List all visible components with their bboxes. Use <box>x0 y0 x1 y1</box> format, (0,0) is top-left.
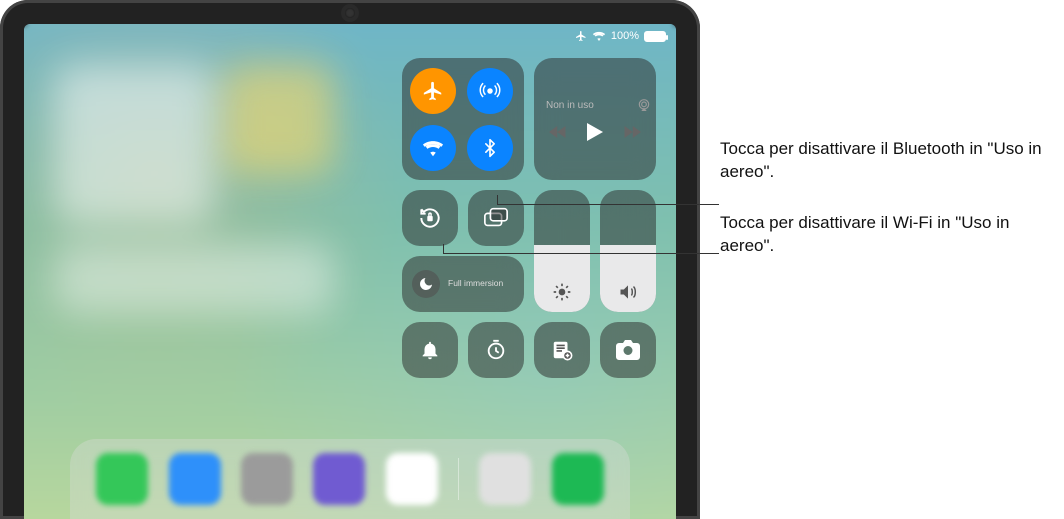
volume-icon <box>618 282 638 302</box>
front-camera <box>345 8 355 18</box>
callouts: Tocca per disattivare il Bluetooth in "U… <box>720 138 1050 286</box>
app-icon[interactable] <box>479 453 531 505</box>
status-bar: 100% <box>575 30 666 42</box>
focus-label: Full immersion <box>448 279 503 288</box>
wifi-button[interactable] <box>410 125 456 171</box>
camera-icon <box>616 340 640 360</box>
quick-note-icon <box>551 339 573 361</box>
do-not-disturb-icon <box>412 270 440 298</box>
media-controls <box>549 123 641 141</box>
play-icon[interactable] <box>587 123 603 141</box>
media-status-row: Non in uso <box>546 97 652 113</box>
connectivity-module[interactable] <box>402 58 524 180</box>
timer-icon <box>485 339 507 361</box>
app-icon[interactable] <box>96 453 148 505</box>
device-frame: 100% <box>0 0 700 519</box>
quick-note-button[interactable] <box>534 322 590 378</box>
app-icon[interactable] <box>313 453 365 505</box>
focus-button[interactable]: Full immersion <box>402 256 524 312</box>
wifi-status-icon <box>592 31 606 41</box>
media-status-label: Non in uso <box>546 100 594 111</box>
brightness-slider[interactable] <box>534 190 590 312</box>
dock <box>70 439 630 519</box>
airdrop-button[interactable] <box>467 68 513 114</box>
camera-button[interactable] <box>600 322 656 378</box>
battery-icon <box>644 31 666 42</box>
airplane-mode-status-icon <box>575 30 587 42</box>
rotation-lock-button[interactable] <box>402 190 458 246</box>
previous-track-icon[interactable] <box>549 125 567 139</box>
battery-percent: 100% <box>611 30 639 42</box>
app-icon[interactable] <box>552 453 604 505</box>
silent-mode-button[interactable] <box>402 322 458 378</box>
app-icon[interactable] <box>386 453 438 505</box>
callout-wifi: Tocca per disattivare il Wi-Fi in "Uso i… <box>720 212 1050 258</box>
bell-icon <box>419 339 441 361</box>
app-icon[interactable] <box>169 453 221 505</box>
callout-bluetooth: Tocca per disattivare il Bluetooth in "U… <box>720 138 1050 184</box>
bluetooth-button[interactable] <box>467 125 513 171</box>
screen: 100% <box>24 24 676 519</box>
brightness-icon <box>552 282 572 302</box>
next-track-icon[interactable] <box>623 125 641 139</box>
dock-divider <box>458 458 459 500</box>
app-icon[interactable] <box>241 453 293 505</box>
volume-slider[interactable] <box>600 190 656 312</box>
control-center: Non in uso <box>396 58 656 378</box>
airplane-mode-button[interactable] <box>410 68 456 114</box>
screen-mirroring-button[interactable] <box>468 190 524 246</box>
media-module[interactable]: Non in uso <box>534 58 656 180</box>
timer-button[interactable] <box>468 322 524 378</box>
airplay-icon[interactable] <box>636 97 652 113</box>
